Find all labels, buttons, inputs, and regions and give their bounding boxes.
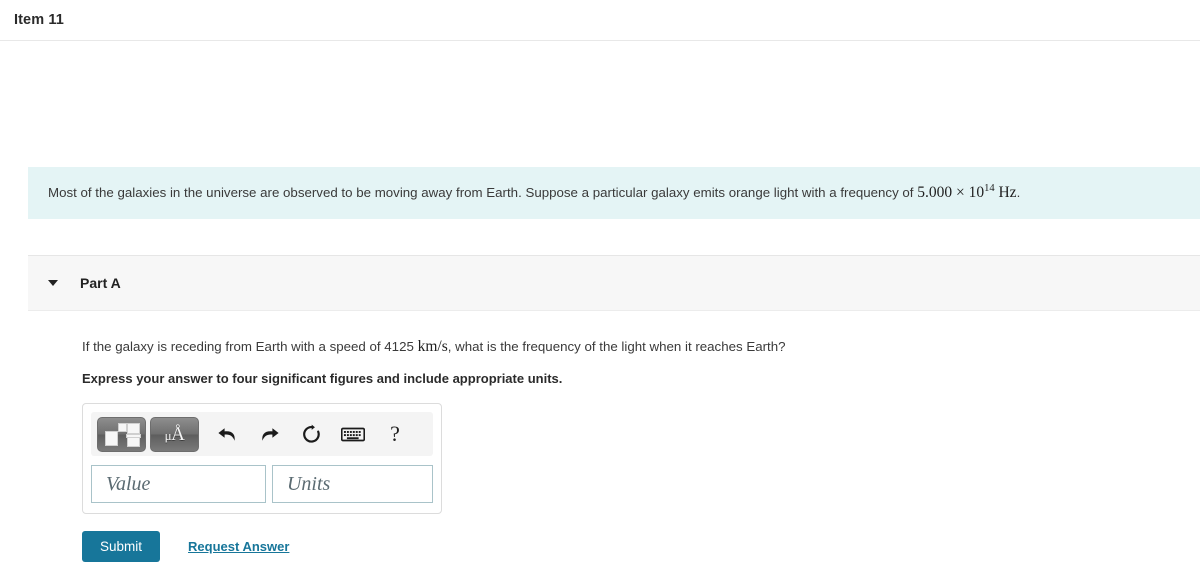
units-button[interactable]: μÅ	[150, 416, 199, 452]
frequency-exponent: 14	[984, 183, 995, 195]
part-a-header[interactable]: Part A	[28, 255, 1200, 311]
problem-statement-text: Most of the galaxies in the universe are…	[48, 181, 1020, 204]
math-template-icon	[104, 423, 141, 448]
frequency-base: 10	[968, 184, 985, 202]
problem-statement-block: Most of the galaxies in the universe are…	[28, 167, 1200, 219]
submit-button[interactable]: Submit	[82, 531, 161, 563]
help-icon[interactable]: ?	[377, 418, 413, 451]
units-input-placeholder: Units	[286, 472, 331, 495]
header-spacer	[0, 41, 1200, 167]
help-question-mark: ?	[390, 421, 400, 447]
math-template-button[interactable]	[97, 416, 146, 452]
problem-text-period: .	[1016, 185, 1021, 201]
question-text-tail: , what is the frequency of the light whe…	[447, 339, 786, 354]
frequency-mantissa: 5.000	[917, 184, 953, 202]
micro-angstrom-icon: μÅ	[165, 425, 185, 444]
request-answer-link[interactable]: Request Answer	[188, 539, 289, 554]
answer-instruction: Express your answer to four significant …	[82, 371, 563, 387]
redo-icon[interactable]	[251, 418, 287, 451]
question-text: If the galaxy is receding from Earth wit…	[82, 336, 1200, 358]
answer-toolbar: μÅ ?	[91, 412, 433, 457]
problem-text-lead: Most of the galaxies in the universe are…	[48, 185, 918, 201]
frequency-math-expression: 5.000 × 1014 Hz	[917, 183, 1017, 202]
units-input[interactable]: Units	[271, 465, 433, 504]
part-a-label: Part A	[80, 275, 121, 291]
multiplication-sign: ×	[955, 184, 965, 202]
item-header: Item 11	[0, 0, 1200, 41]
part-a-body: If the galaxy is receding from Earth wit…	[0, 311, 1200, 563]
answer-actions: Submit Request Answer	[82, 531, 1200, 563]
value-input-placeholder: Value	[106, 472, 151, 495]
speed-unit-math: km/s	[417, 338, 448, 355]
frequency-unit: Hz	[998, 184, 1017, 202]
keyboard-icon[interactable]	[335, 418, 371, 451]
chevron-down-icon[interactable]	[48, 280, 58, 286]
value-input[interactable]: Value	[91, 465, 266, 504]
angstrom-glyph: Å	[171, 423, 185, 445]
problem-part-spacer	[0, 219, 1200, 255]
question-text-lead: If the galaxy is receding from Earth wit…	[82, 339, 418, 354]
answer-fields: Value Units	[91, 465, 433, 504]
answer-input-widget: μÅ ? Value Units	[82, 403, 442, 515]
reset-icon[interactable]	[293, 418, 329, 451]
page-title: Item 11	[14, 12, 64, 28]
undo-icon[interactable]	[209, 418, 245, 451]
